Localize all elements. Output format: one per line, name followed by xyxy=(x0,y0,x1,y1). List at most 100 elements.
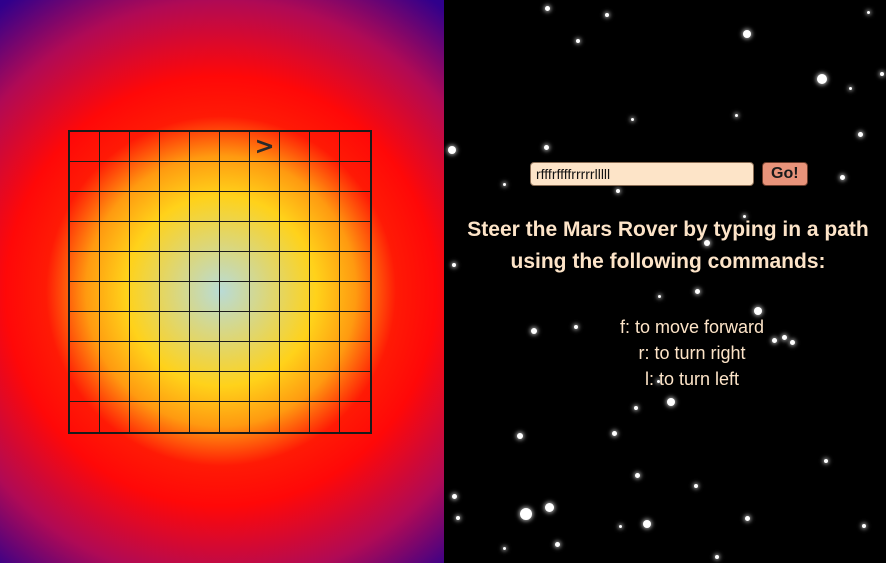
rover-grid: > xyxy=(68,130,372,434)
star-icon xyxy=(817,74,827,84)
grid-cell xyxy=(100,222,130,252)
grid-cell xyxy=(70,252,100,282)
grid-cell xyxy=(220,132,250,162)
grid-cell xyxy=(220,222,250,252)
grid-cell xyxy=(310,162,340,192)
instructions-heading: Steer the Mars Rover by typing in a path… xyxy=(448,214,886,278)
grid-cell xyxy=(190,342,220,372)
star-icon xyxy=(502,546,506,550)
grid-cell xyxy=(130,162,160,192)
grid-cell xyxy=(190,312,220,342)
grid-cell xyxy=(190,402,220,432)
grid-cell xyxy=(250,282,280,312)
grid-cell xyxy=(280,222,310,252)
star-icon xyxy=(451,493,457,499)
grid-cell xyxy=(220,312,250,342)
grid-cell xyxy=(220,342,250,372)
star-icon xyxy=(734,113,738,117)
star-icon xyxy=(694,484,698,488)
star-icon xyxy=(605,13,609,17)
path-input[interactable] xyxy=(530,162,754,186)
grid-cell xyxy=(160,132,190,162)
grid-cell xyxy=(340,312,370,342)
grid-cell xyxy=(190,282,220,312)
grid-cell xyxy=(100,162,130,192)
grid-cell xyxy=(70,312,100,342)
grid-cell xyxy=(280,312,310,342)
grid-cell xyxy=(250,192,280,222)
rover-icon: > xyxy=(254,131,275,160)
grid-cell xyxy=(100,402,130,432)
star-icon xyxy=(543,144,549,150)
grid-cell xyxy=(130,252,160,282)
grid-cell xyxy=(160,372,190,402)
controls-bar: Go! xyxy=(530,162,808,186)
star-icon xyxy=(517,433,523,439)
grid-cell xyxy=(280,252,310,282)
grid-cell xyxy=(250,402,280,432)
star-icon xyxy=(618,524,622,528)
grid-cell xyxy=(160,342,190,372)
grid-cell xyxy=(190,162,220,192)
star-icon xyxy=(456,516,460,520)
grid-cell xyxy=(340,342,370,372)
grid-cell xyxy=(160,312,190,342)
grid-cell xyxy=(70,162,100,192)
grid-cell xyxy=(100,312,130,342)
grid-cell xyxy=(70,402,100,432)
grid-cell xyxy=(310,222,340,252)
star-icon xyxy=(634,406,638,410)
grid-cell xyxy=(340,372,370,402)
star-icon xyxy=(743,30,751,38)
star-icon xyxy=(880,72,884,76)
grid-cell xyxy=(310,372,340,402)
grid-cell xyxy=(340,282,370,312)
grid-cell xyxy=(130,312,160,342)
grid-cell xyxy=(280,342,310,372)
star-icon xyxy=(694,288,700,294)
grid-cell xyxy=(130,342,160,372)
star-icon xyxy=(576,39,580,43)
star-icon xyxy=(866,10,870,14)
heading-line-1: Steer the Mars Rover by typing in a path xyxy=(467,218,869,241)
grid-cell xyxy=(190,222,220,252)
grid-cell xyxy=(220,372,250,402)
grid-cell xyxy=(160,162,190,192)
grid-cell xyxy=(310,312,340,342)
grid-cell xyxy=(310,192,340,222)
star-icon xyxy=(616,189,620,193)
grid-cell xyxy=(250,342,280,372)
space-panel: Go! Steer the Mars Rover by typing in a … xyxy=(444,0,886,563)
grid-cell xyxy=(70,342,100,372)
grid-cell xyxy=(310,282,340,312)
command-forward: f: to move forward xyxy=(619,317,765,337)
star-icon xyxy=(634,472,640,478)
star-icon xyxy=(502,182,506,186)
grid-cell xyxy=(100,342,130,372)
commands-list: f: to move forward r: to turn right l: t… xyxy=(444,314,886,392)
star-icon xyxy=(862,524,866,528)
grid-cell xyxy=(190,252,220,282)
star-icon xyxy=(848,86,852,90)
grid-cell xyxy=(70,222,100,252)
grid-cell xyxy=(160,402,190,432)
grid-cell xyxy=(310,252,340,282)
grid-cell xyxy=(220,282,250,312)
grid-cell xyxy=(220,402,250,432)
grid-cell xyxy=(220,192,250,222)
go-button[interactable]: Go! xyxy=(762,162,808,186)
grid-cell xyxy=(160,222,190,252)
grid-cell xyxy=(310,342,340,372)
grid-cell xyxy=(250,252,280,282)
star-icon xyxy=(448,146,456,154)
grid-cell xyxy=(190,192,220,222)
grid-cell xyxy=(160,192,190,222)
grid-cell xyxy=(190,132,220,162)
star-icon xyxy=(544,5,550,11)
grid-cell xyxy=(220,252,250,282)
grid-cell xyxy=(100,282,130,312)
command-turn-right: r: to turn right xyxy=(638,343,746,363)
grid-cell xyxy=(340,132,370,162)
grid-cell xyxy=(340,162,370,192)
grid-cell xyxy=(310,132,340,162)
